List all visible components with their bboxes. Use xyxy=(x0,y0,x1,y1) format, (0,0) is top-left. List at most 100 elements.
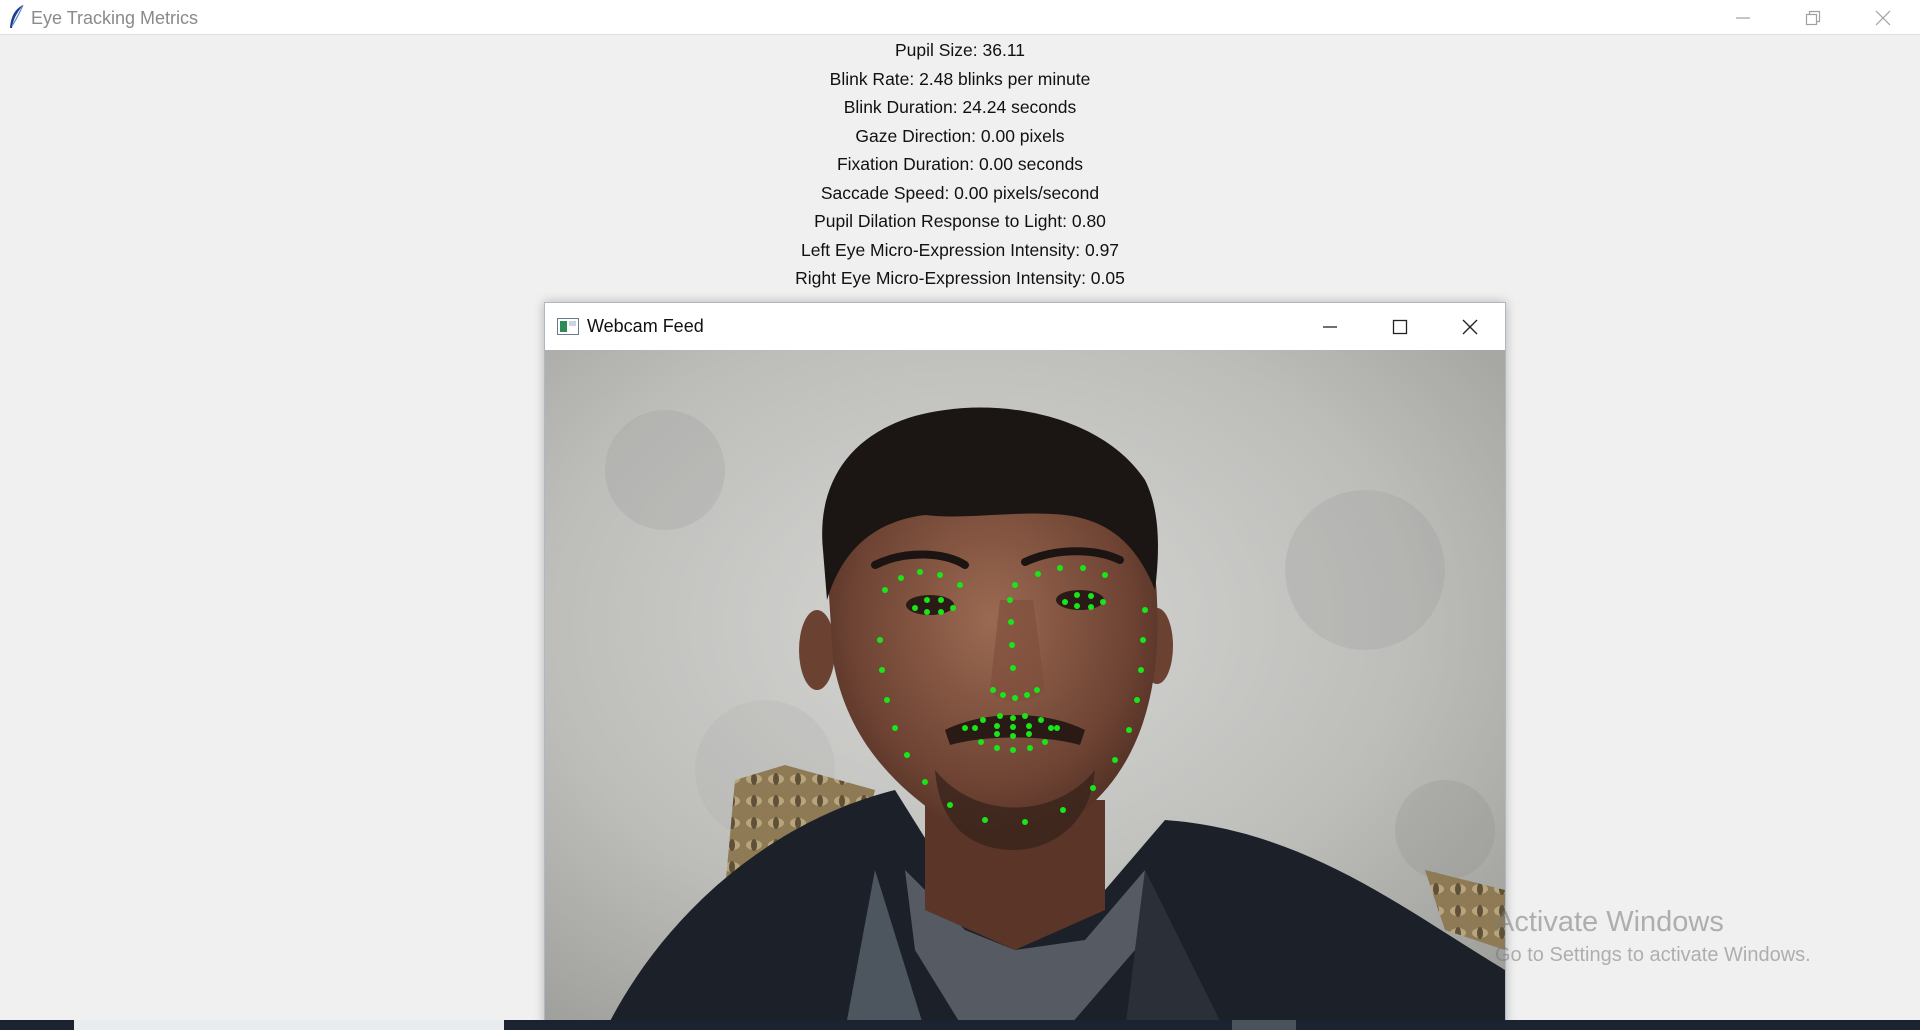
landmark-point xyxy=(962,725,968,731)
landmark-point xyxy=(1035,571,1041,577)
landmark-point xyxy=(994,731,1000,737)
landmark-point xyxy=(950,605,956,611)
landmark-point xyxy=(957,582,963,588)
landmark-point xyxy=(937,572,943,578)
landmark-point xyxy=(1007,597,1013,603)
landmark-point xyxy=(879,667,885,673)
landmark-point xyxy=(1027,745,1033,751)
landmark-point xyxy=(1138,667,1144,673)
landmark-point xyxy=(1057,565,1063,571)
landmark-point xyxy=(997,713,1003,719)
webcam-close-button[interactable] xyxy=(1435,303,1505,350)
landmark-point xyxy=(1126,727,1132,733)
landmark-point xyxy=(1080,565,1086,571)
landmark-point xyxy=(882,587,888,593)
landmark-point xyxy=(1088,604,1094,610)
landmark-point xyxy=(924,609,930,615)
webcam-feed-image xyxy=(545,350,1505,1029)
landmark-point xyxy=(978,739,984,745)
webcam-maximize-button[interactable] xyxy=(1365,303,1435,350)
main-window-title: Eye Tracking Metrics xyxy=(31,8,199,28)
minimize-icon xyxy=(1736,16,1750,19)
landmark-point xyxy=(924,597,930,603)
watermark-subtitle: Go to Settings to activate Windows. xyxy=(1495,944,1811,966)
metric-left-eye-micro-expression: Left Eye Micro-Expression Intensity: 0.9… xyxy=(800,239,1120,260)
landmark-point xyxy=(980,717,986,723)
landmark-point xyxy=(938,597,944,603)
close-button[interactable] xyxy=(1848,0,1918,35)
maximize-icon xyxy=(1392,319,1408,334)
landmark-point xyxy=(1022,713,1028,719)
landmark-point xyxy=(1010,724,1016,730)
landmark-point xyxy=(912,605,918,611)
landmark-point xyxy=(1088,593,1094,599)
webcam-window[interactable]: Webcam Feed xyxy=(544,302,1506,1030)
landmark-point xyxy=(1024,692,1030,698)
landmark-point xyxy=(990,687,996,693)
landmark-point xyxy=(1034,687,1040,693)
close-icon xyxy=(1462,319,1478,334)
metric-blink-duration: Blink Duration: 24.24 seconds xyxy=(843,97,1077,117)
landmark-point xyxy=(1112,757,1118,763)
metric-fixation-duration: Fixation Duration: 0.00 seconds xyxy=(836,154,1084,174)
landmark-point xyxy=(1090,785,1096,791)
taskbar[interactable] xyxy=(0,1020,1920,1030)
landmark-point xyxy=(1100,599,1106,605)
landmark-point xyxy=(922,779,928,785)
metric-right-eye-micro-expression: Right Eye Micro-Expression Intensity: 0.… xyxy=(795,268,1125,288)
webcam-window-titlebar[interactable]: Webcam Feed xyxy=(545,303,1505,350)
minimize-icon xyxy=(1323,325,1337,328)
landmark-point xyxy=(917,569,923,575)
landmark-point xyxy=(994,745,1000,751)
feather-icon xyxy=(10,4,24,28)
landmark-point xyxy=(1009,642,1015,648)
landmark-point xyxy=(1062,599,1068,605)
landmark-point xyxy=(1060,807,1066,813)
landmark-point xyxy=(892,725,898,731)
landmark-point xyxy=(947,802,953,808)
landmark-point xyxy=(1102,572,1108,578)
landmark-point xyxy=(972,725,978,731)
landmark-point xyxy=(1010,733,1016,739)
landmark-point xyxy=(994,723,1000,729)
landmark-point xyxy=(1010,715,1016,721)
landmark-point xyxy=(1026,731,1032,737)
activate-windows-watermark: Activate Windows Go to Settings to activ… xyxy=(1495,904,1811,970)
landmark-point xyxy=(1074,592,1080,598)
landmark-point xyxy=(898,575,904,581)
main-window-titlebar[interactable]: Eye Tracking Metrics xyxy=(0,0,1920,35)
landmark-point xyxy=(1022,819,1028,825)
webcam-window-title: Webcam Feed xyxy=(587,316,704,336)
landmark-point xyxy=(1010,665,1016,671)
landmark-point xyxy=(1140,637,1146,643)
landmark-point xyxy=(1010,747,1016,753)
taskbar-search-box[interactable] xyxy=(74,1020,504,1030)
landmark-point xyxy=(1000,692,1006,698)
landmark-point xyxy=(884,697,890,703)
webcam-minimize-button[interactable] xyxy=(1295,303,1365,350)
restore-button[interactable] xyxy=(1778,0,1848,35)
watermark-title: Activate Windows xyxy=(1495,906,1724,938)
landmark-point xyxy=(1142,607,1148,613)
landmark-point xyxy=(1134,697,1140,703)
landmark-point xyxy=(1074,603,1080,609)
landmark-point xyxy=(1008,619,1014,625)
landmark-point xyxy=(1038,717,1044,723)
landmark-point xyxy=(982,817,988,823)
landmark-point xyxy=(1048,725,1054,731)
landmark-point xyxy=(904,752,910,758)
landmark-point xyxy=(1054,725,1060,731)
landmark-point xyxy=(1012,695,1018,701)
restore-icon xyxy=(1805,10,1821,25)
landmark-point xyxy=(1026,723,1032,729)
opencv-window-icon xyxy=(557,318,579,335)
metrics-panel: Pupil Size: 36.11 Blink Rate: 2.48 blink… xyxy=(0,36,1920,293)
metric-pupil-size: Pupil Size: 36.11 xyxy=(894,40,1026,60)
taskbar-app-button[interactable] xyxy=(1232,1020,1296,1030)
landmark-point xyxy=(938,609,944,615)
close-icon xyxy=(1875,10,1891,25)
landmark-point xyxy=(877,637,883,643)
minimize-button[interactable] xyxy=(1708,0,1778,35)
landmark-point xyxy=(1042,739,1048,745)
metric-gaze-direction: Gaze Direction: 0.00 pixels xyxy=(855,125,1065,146)
